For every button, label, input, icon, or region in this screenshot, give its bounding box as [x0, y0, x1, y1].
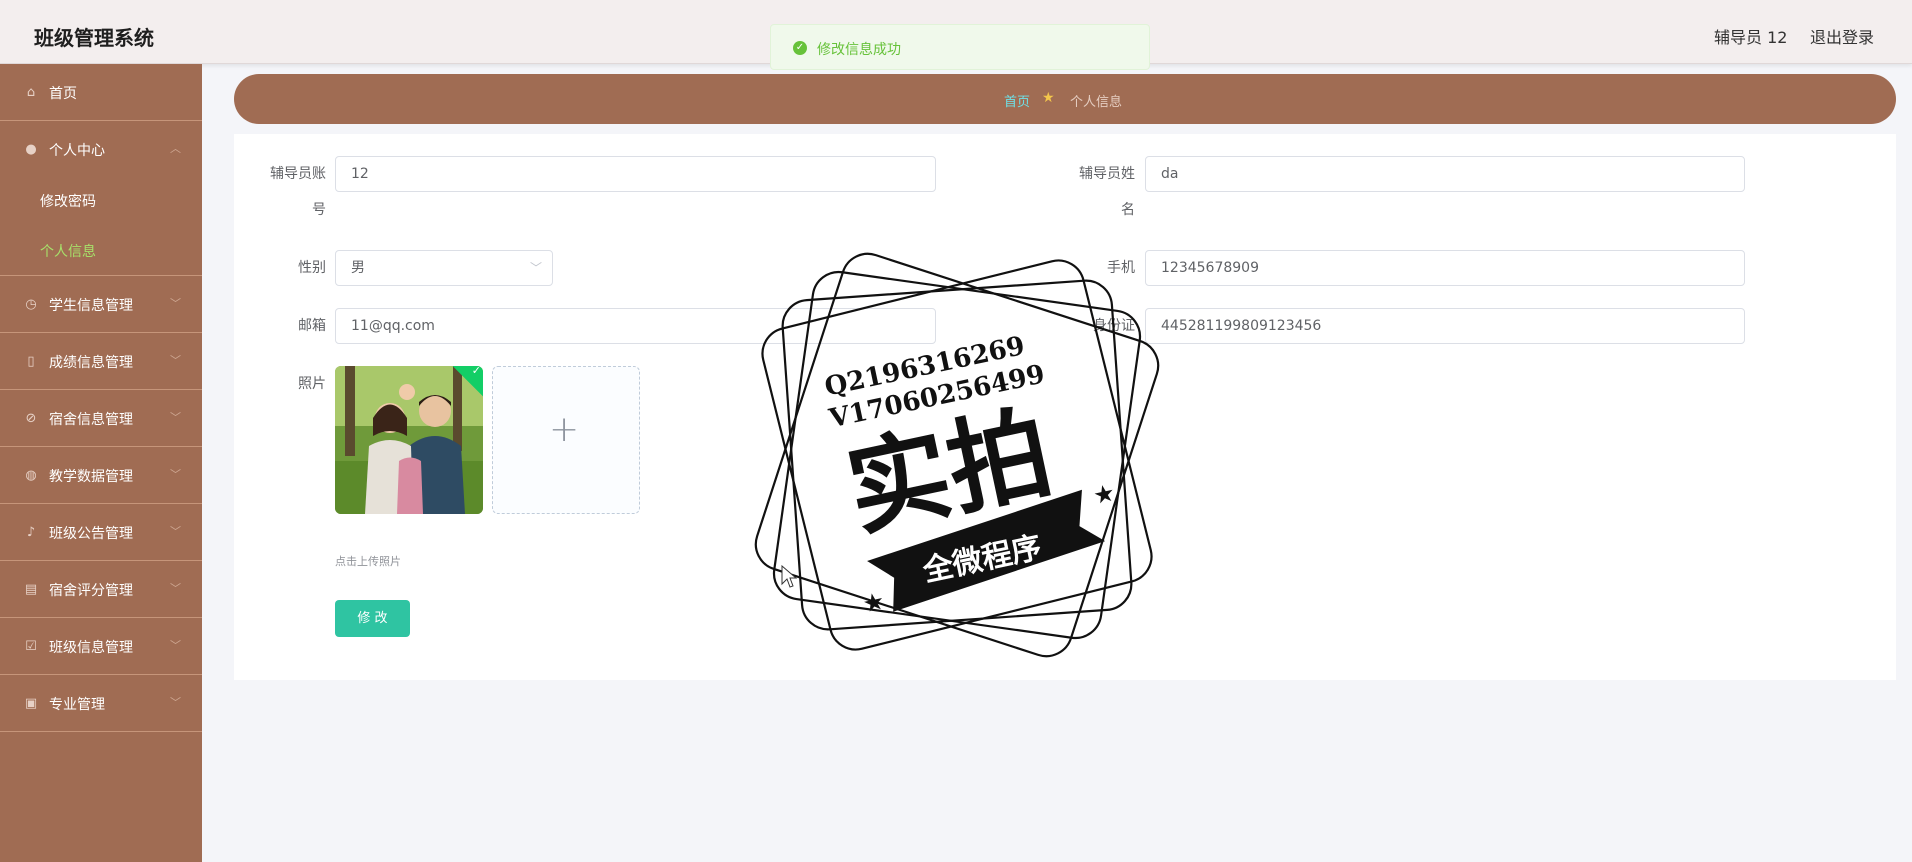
chevron-down-icon: ﹀	[170, 354, 181, 367]
clock-icon: ◷	[25, 297, 37, 312]
sidebar-item-label: 学生信息管理	[49, 298, 133, 314]
sidebar-subitem-label: 修改密码	[40, 194, 96, 210]
sidebar-item-teaching-data[interactable]: ◍ 教学数据管理 ﹀	[0, 447, 202, 504]
sidebar-subitem-label: 个人信息	[40, 244, 96, 260]
mouse-cursor-icon	[781, 565, 797, 588]
sidebar-item-label: 成绩信息管理	[49, 355, 133, 371]
submit-button[interactable]: 修 改	[335, 600, 410, 637]
uploaded-photo[interactable]: ✓	[335, 366, 483, 514]
sidebar-item-grades[interactable]: ▯ 成绩信息管理 ﹀	[0, 333, 202, 390]
briefcase-icon: ▤	[24, 582, 38, 597]
checkbox-icon: ☑	[25, 639, 37, 654]
home-icon: ⌂	[26, 85, 36, 100]
sidebar-item-major[interactable]: ▣ 专业管理 ﹀	[0, 675, 202, 732]
chevron-down-icon: ﹀	[170, 468, 181, 481]
success-toast: ✓ 修改信息成功	[770, 24, 1150, 70]
profile-form-card	[234, 134, 1896, 680]
email-label: 邮箱	[298, 318, 326, 334]
upload-hint: 点击上传照片	[335, 555, 401, 568]
chevron-down-icon: ﹀	[529, 261, 542, 275]
ban-icon: ⊘	[25, 411, 37, 426]
sidebar-item-personal-center[interactable]: ● 个人中心 ︿	[0, 121, 202, 171]
breadcrumb: 首页 ★ 个人信息	[234, 74, 1896, 124]
sidebar-subitem-personal-info[interactable]: 个人信息	[0, 225, 202, 276]
sidebar-subitem-change-password[interactable]: 修改密码	[0, 175, 202, 225]
current-user: 辅导员 12	[1714, 28, 1788, 47]
plus-icon: +	[549, 409, 580, 450]
chevron-down-icon: ﹀	[170, 297, 181, 310]
account-field[interactable]: 12	[335, 156, 936, 192]
phone-label: 手机	[1107, 260, 1135, 276]
sidebar-item-label: 个人中心	[49, 143, 105, 159]
user-icon: ●	[25, 142, 37, 157]
sidebar-item-label: 班级公告管理	[49, 526, 133, 542]
account-label: 辅导员账号	[270, 166, 326, 218]
sidebar-item-dorm-info[interactable]: ⊘ 宿舍信息管理 ﹀	[0, 390, 202, 447]
name-field[interactable]: da	[1145, 156, 1745, 192]
email-field[interactable]: 11@qq.com	[335, 308, 936, 344]
globe-icon: ◍	[25, 468, 37, 483]
photo-upload-button[interactable]: +	[492, 366, 640, 514]
gender-value: 男	[351, 260, 365, 276]
sidebar-item-label: 班级信息管理	[49, 640, 133, 656]
chevron-down-icon: ﹀	[170, 411, 181, 424]
chevron-down-icon: ﹀	[170, 639, 181, 652]
sidebar-item-class-notice[interactable]: ♪ 班级公告管理 ﹀	[0, 504, 202, 561]
phone-icon: ▯	[27, 354, 35, 369]
sidebar: ⌂ 首页 ● 个人中心 ︿ 修改密码 个人信息 ◷ 学生信息管理 ﹀ ▯ 成绩信…	[0, 64, 202, 862]
sidebar-item-dorm-score[interactable]: ▤ 宿舍评分管理 ﹀	[0, 561, 202, 618]
mic-icon: ♪	[26, 525, 36, 540]
sidebar-item-label: 教学数据管理	[49, 469, 133, 485]
id-card-field[interactable]: 445281199809123456	[1145, 308, 1745, 344]
chevron-down-icon: ﹀	[170, 696, 181, 709]
check-icon: ✓	[471, 366, 481, 378]
name-label: 辅导员姓名	[1079, 166, 1135, 218]
gender-label: 性别	[298, 260, 326, 276]
sidebar-item-label: 宿舍评分管理	[49, 583, 133, 599]
check-circle-icon: ✓	[793, 41, 807, 55]
star-icon: ★	[1042, 90, 1055, 106]
sidebar-item-class-info[interactable]: ☑ 班级信息管理 ﹀	[0, 618, 202, 675]
breadcrumb-home-link[interactable]: 首页	[1004, 91, 1030, 110]
toast-message: 修改信息成功	[817, 42, 901, 58]
sidebar-item-label: 专业管理	[49, 697, 105, 713]
sidebar-item-home[interactable]: ⌂ 首页	[0, 64, 202, 121]
chevron-down-icon: ﹀	[170, 582, 181, 595]
app-title: 班级管理系统	[34, 26, 154, 50]
chevron-down-icon: ﹀	[170, 525, 181, 538]
family-photo-image	[335, 366, 483, 514]
photo-label: 照片	[298, 376, 326, 392]
sidebar-item-student-info[interactable]: ◷ 学生信息管理 ﹀	[0, 276, 202, 333]
chevron-up-icon: ︿	[170, 142, 181, 155]
phone-field[interactable]: 12345678909	[1145, 250, 1745, 286]
sidebar-item-label: 宿舍信息管理	[49, 412, 133, 428]
logout-link[interactable]: 退出登录	[1810, 24, 1874, 48]
sidebar-item-label: 首页	[49, 86, 77, 102]
id-card-label: 身份证	[1093, 318, 1135, 334]
gender-select[interactable]: 男 ﹀	[335, 250, 553, 286]
breadcrumb-current: 个人信息	[1070, 95, 1123, 110]
clipboard-icon: ▣	[24, 696, 38, 711]
